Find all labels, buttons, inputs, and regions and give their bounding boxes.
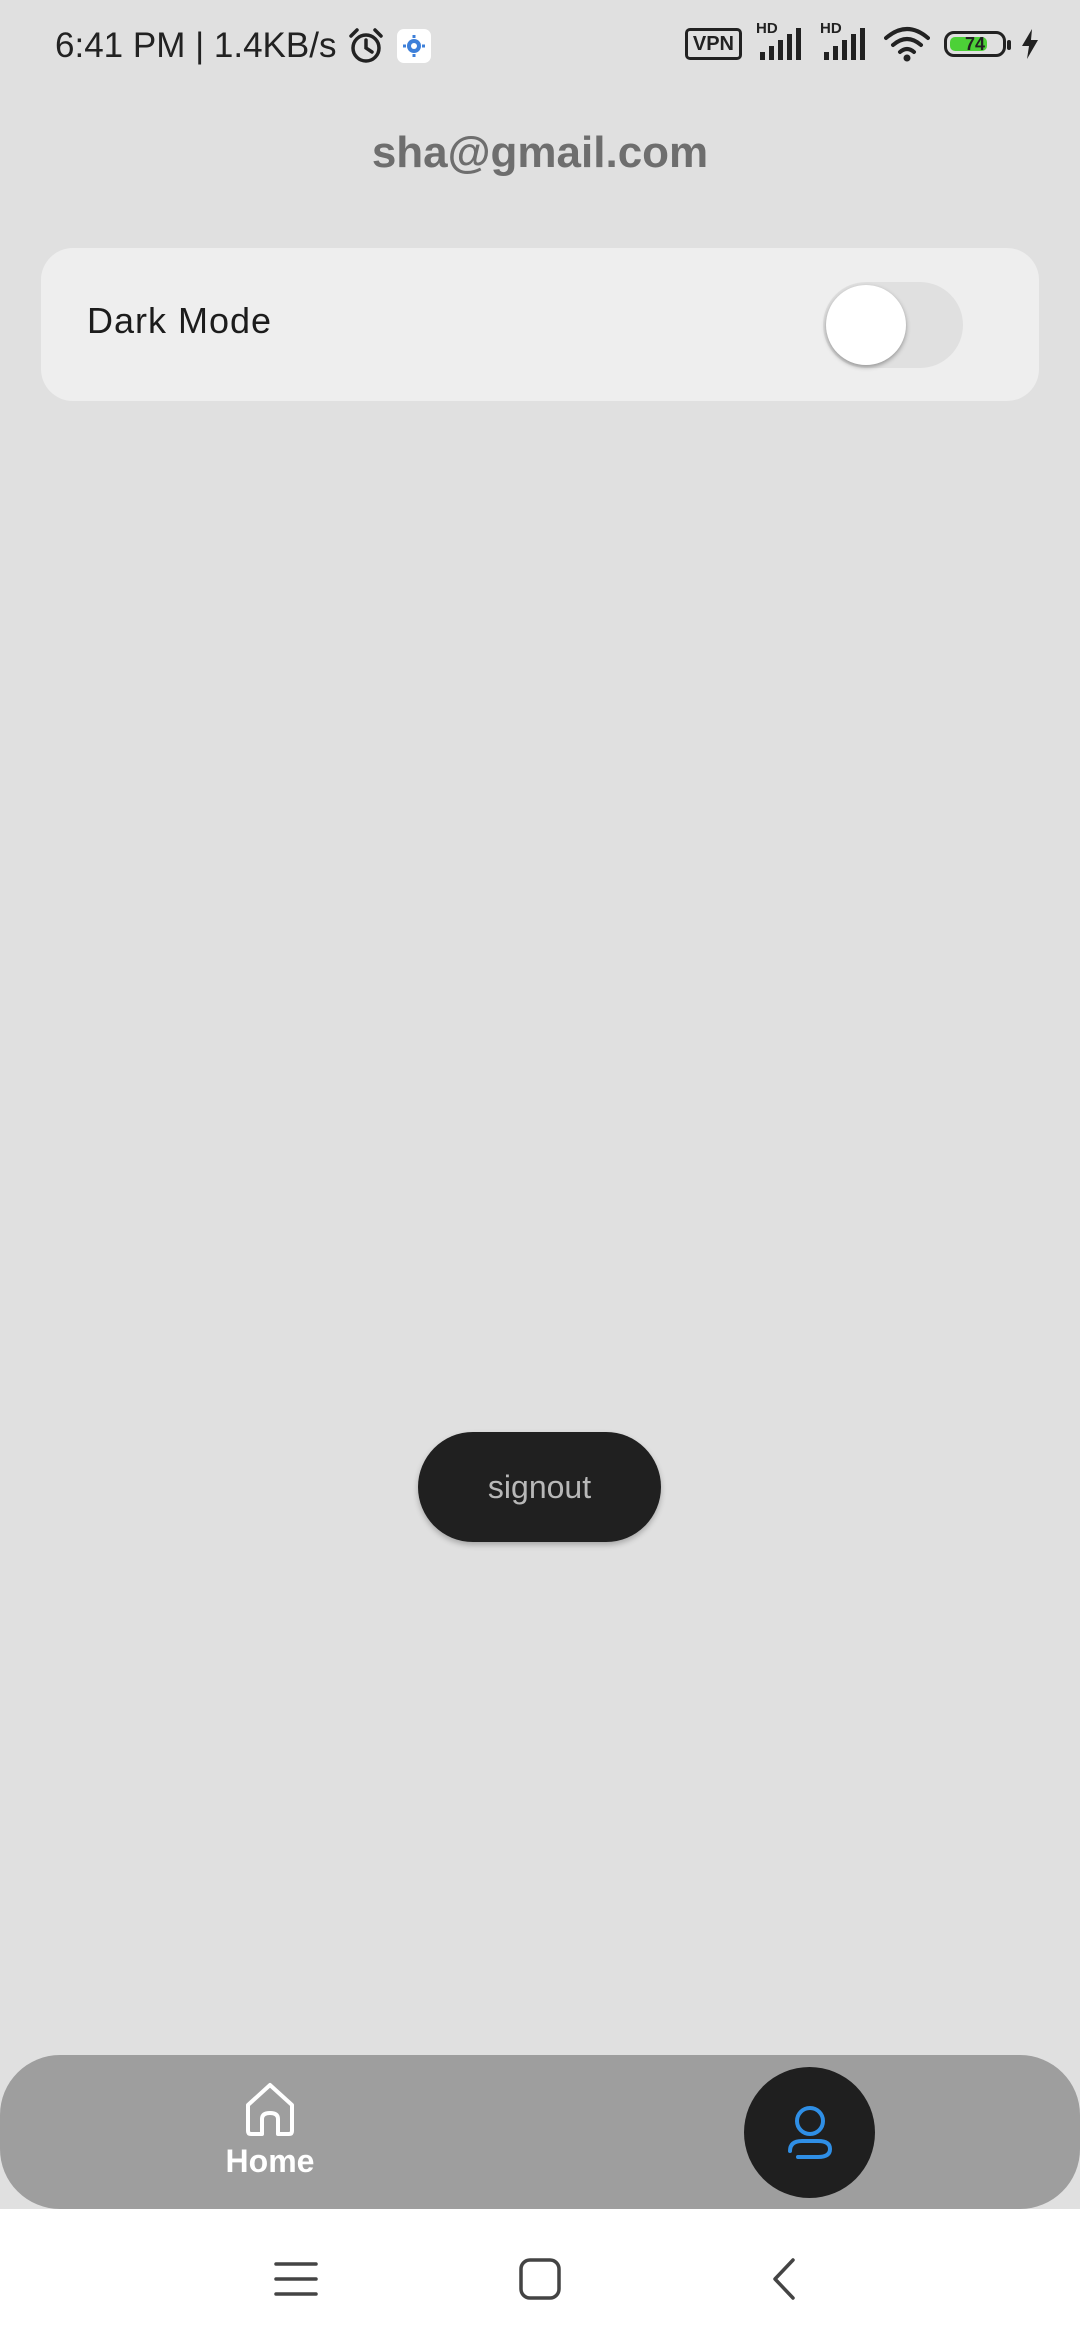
- network-type-label: HD: [756, 20, 778, 37]
- profile-icon: [784, 2103, 836, 2163]
- signal-icon: HD: [756, 20, 806, 62]
- dark-mode-toggle[interactable]: [823, 282, 963, 368]
- charging-icon: [1020, 28, 1040, 60]
- bottom-navigation-bar: Home: [0, 2055, 1080, 2209]
- nav-home-tab[interactable]: Home: [200, 2079, 340, 2189]
- signal-icon-2: HD: [820, 20, 870, 62]
- vpn-badge: VPN: [684, 28, 742, 60]
- network-type-label-2: HD: [820, 20, 842, 37]
- menu-icon: [274, 2259, 318, 2299]
- nav-home-label: Home: [225, 2143, 315, 2179]
- home-square-icon: [518, 2257, 562, 2301]
- home-icon: [240, 2079, 300, 2139]
- battery-tip: [1007, 40, 1011, 50]
- battery-level: 74: [964, 33, 986, 54]
- system-navigation-bar: [0, 2209, 1080, 2340]
- nav-profile-tab[interactable]: [744, 2067, 875, 2198]
- toggle-thumb: [826, 285, 906, 365]
- status-time-speed: 6:41 PM | 1.4KB/s: [55, 26, 337, 65]
- alarm-icon: [346, 26, 386, 66]
- recent-apps-button[interactable]: [266, 2249, 326, 2309]
- battery-indicator: 74: [944, 31, 1011, 57]
- dark-mode-label: Dark Mode: [87, 300, 273, 341]
- wifi-icon: [884, 26, 930, 62]
- home-system-button[interactable]: [510, 2249, 570, 2309]
- status-right: VPN HD HD 74: [684, 20, 1040, 62]
- status-bar: 6:41 PM | 1.4KB/s VPN HD HD 74: [0, 0, 1080, 100]
- signout-button[interactable]: signout: [418, 1432, 661, 1542]
- back-system-button[interactable]: [754, 2249, 814, 2309]
- status-left: 6:41 PM | 1.4KB/s: [55, 26, 432, 66]
- dark-mode-setting-card: Dark Mode: [41, 248, 1039, 401]
- settings-notification-icon: [396, 28, 432, 64]
- account-email: sha@gmail.com: [371, 128, 709, 177]
- profile-screen: 6:41 PM | 1.4KB/s VPN HD HD 74 sha@gmail…: [0, 0, 1080, 2340]
- back-icon: [769, 2257, 799, 2301]
